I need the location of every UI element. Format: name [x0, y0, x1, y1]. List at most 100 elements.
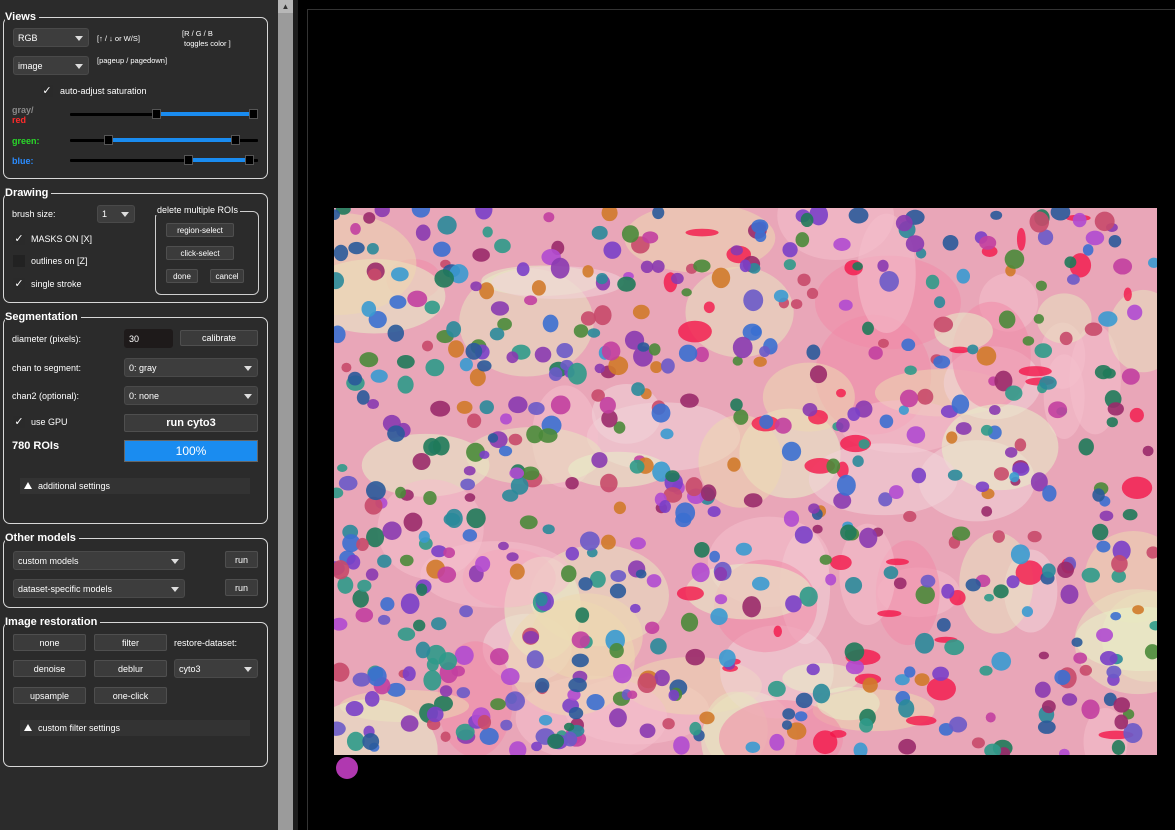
cell-mask: [423, 670, 442, 691]
cell-mask: [593, 305, 612, 326]
cell-mask: [759, 414, 774, 430]
blue-slider[interactable]: [70, 154, 258, 168]
brush-size-select[interactable]: 1: [97, 205, 135, 223]
masks-on-checkbox[interactable]: ✓: [13, 233, 25, 245]
cell-mask: [1071, 637, 1083, 647]
cell-mask: [370, 369, 388, 383]
cell-mask: [795, 692, 813, 709]
cell-mask: [538, 714, 553, 726]
cell-mask: [550, 395, 571, 415]
cell-mask: [852, 261, 863, 271]
dataset-models-select[interactable]: dataset-specific models: [13, 579, 185, 598]
slider-min-handle[interactable]: [152, 109, 162, 119]
slider-fill: [188, 158, 249, 162]
restore-dataset-select[interactable]: cyto3: [174, 659, 258, 678]
cell-mask: [794, 526, 813, 544]
run-model-button[interactable]: run cyto3: [124, 414, 258, 432]
segmented-image[interactable]: [334, 208, 1157, 755]
additional-settings-expander[interactable]: additional settings: [20, 478, 250, 494]
cell-mask: [767, 680, 786, 697]
cell-mask: [833, 237, 851, 251]
cell-mask: [753, 356, 767, 367]
slider-min-handle[interactable]: [103, 135, 113, 145]
cell-mask: [691, 562, 710, 583]
panel-scrollbar[interactable]: [278, 0, 293, 830]
green-slider[interactable]: [70, 134, 258, 148]
slider-max-handle[interactable]: [244, 155, 254, 165]
cell-mask: [1006, 575, 1020, 589]
none-button[interactable]: none: [13, 634, 86, 651]
drawing-group: Drawing brush size: 1 ✓ MASKS ON [X] out…: [3, 187, 268, 303]
view-select[interactable]: image: [13, 56, 89, 75]
upsample-button[interactable]: upsample: [13, 687, 86, 704]
cell-mask: [844, 642, 865, 662]
slider-min-handle[interactable]: [184, 155, 194, 165]
cell-mask: [971, 737, 985, 749]
cell-mask: [992, 530, 1005, 543]
cell-mask: [490, 301, 510, 316]
region-select-button[interactable]: region-select: [166, 223, 234, 237]
cell-mask: [522, 631, 539, 644]
run-dataset-button[interactable]: run: [225, 579, 258, 596]
cancel-button[interactable]: cancel: [210, 269, 244, 283]
outlines-checkbox[interactable]: [13, 255, 25, 267]
cell-mask: [338, 475, 358, 491]
denoise-button[interactable]: denoise: [13, 660, 86, 677]
chan-select[interactable]: 0: gray: [124, 358, 258, 377]
cell-mask: [1005, 385, 1023, 401]
gray-red-slider[interactable]: [70, 108, 258, 122]
cell-mask: [650, 638, 667, 655]
cell-mask: [424, 300, 440, 315]
auto-adjust-checkbox[interactable]: ✓: [41, 85, 53, 97]
arrows-hint: [↑ / ↓ or W/S]: [97, 34, 140, 43]
cell-mask: [743, 289, 764, 312]
diameter-input[interactable]: 30: [124, 329, 173, 348]
cell-mask: [356, 390, 370, 405]
slider-max-handle[interactable]: [249, 109, 258, 119]
cell-mask: [895, 214, 913, 232]
cell-mask: [975, 481, 990, 493]
color-mode-select[interactable]: RGB: [13, 28, 89, 47]
cell-mask: [531, 280, 546, 296]
filter-button[interactable]: filter: [94, 634, 167, 651]
scroll-up-icon[interactable]: ▲: [278, 0, 293, 13]
custom-filter-label: custom filter settings: [38, 723, 121, 733]
cell-mask: [847, 407, 861, 422]
cell-mask: [681, 288, 692, 297]
calibrate-button[interactable]: calibrate: [180, 330, 258, 346]
done-button[interactable]: done: [166, 269, 198, 283]
cell-mask: [925, 274, 940, 290]
cell-mask: [1072, 212, 1087, 228]
use-gpu-checkbox[interactable]: ✓: [13, 416, 25, 428]
cell-mask: [352, 672, 371, 687]
red-region: [905, 715, 937, 726]
deblur-button[interactable]: deblur: [94, 660, 167, 677]
slider-max-handle[interactable]: [231, 135, 241, 145]
cell-mask: [685, 477, 703, 497]
custom-filter-expander[interactable]: custom filter settings: [20, 720, 250, 736]
chan2-select[interactable]: 0: none: [124, 386, 258, 405]
additional-settings-label: additional settings: [38, 481, 111, 491]
cell-mask: [395, 486, 406, 499]
cell-mask: [920, 574, 936, 588]
cell-mask: [596, 272, 608, 285]
cell-mask: [949, 716, 968, 733]
cell-mask: [500, 719, 513, 731]
cell-mask: [1064, 256, 1077, 269]
custom-models-select[interactable]: custom models: [13, 551, 185, 570]
green-label: green:: [12, 136, 40, 146]
cell-mask: [1092, 488, 1105, 502]
cell-mask: [500, 668, 520, 686]
red-region: [678, 320, 712, 343]
run-custom-button[interactable]: run: [225, 551, 258, 568]
cell-mask: [640, 260, 654, 273]
click-select-button[interactable]: click-select: [166, 246, 234, 260]
single-stroke-checkbox[interactable]: ✓: [13, 278, 25, 290]
cell-mask: [790, 299, 803, 310]
red-region: [1129, 407, 1144, 423]
cell-mask: [498, 541, 509, 551]
one-click-button[interactable]: one-click: [94, 687, 167, 704]
cell-mask: [967, 344, 979, 355]
cell-mask: [797, 273, 811, 287]
chevron-down-icon: [244, 666, 252, 672]
